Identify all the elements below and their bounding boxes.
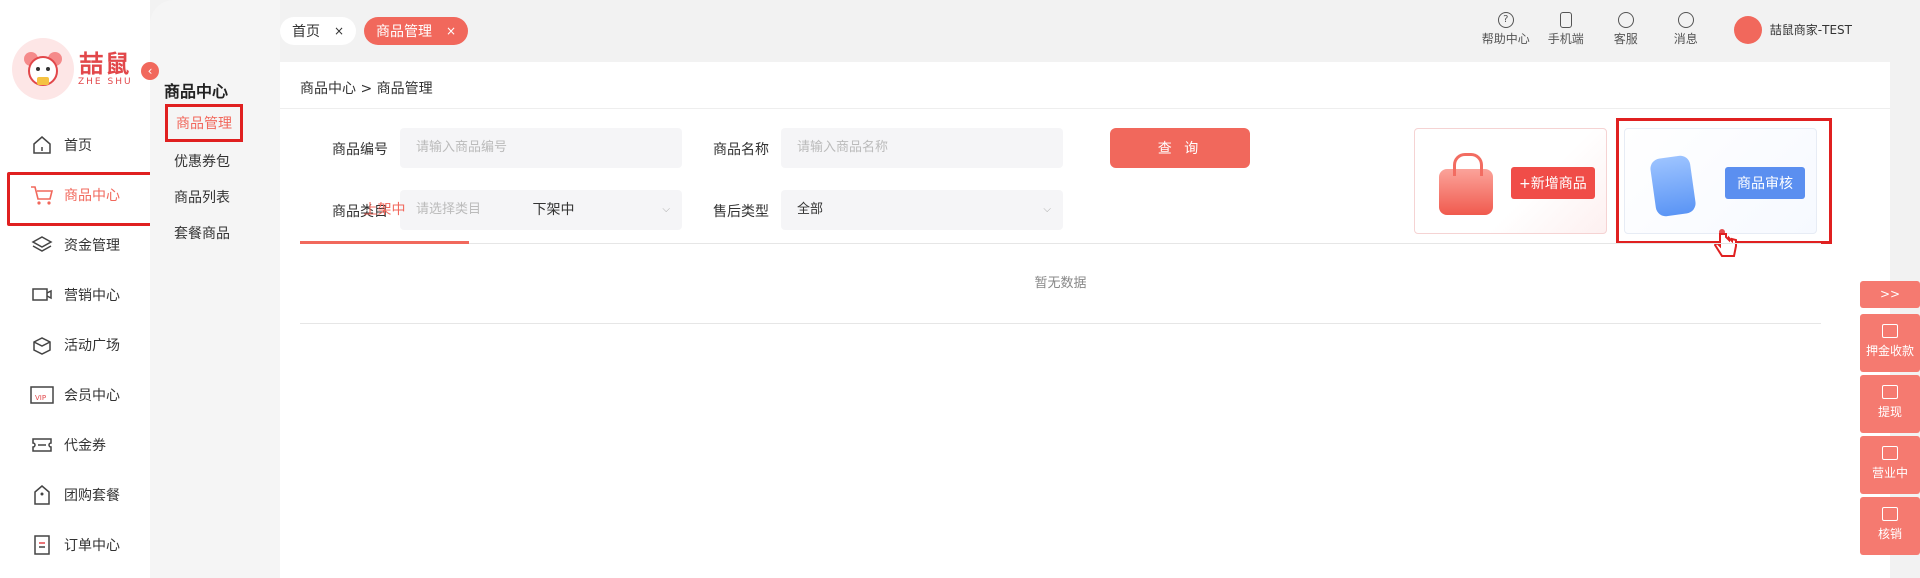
divider [280,108,1890,109]
main-nav: 首页 商品中心 资金管理 营销中心 活动广场 VIP 会员中心 代金券 团购套餐 [0,120,156,570]
verify-button[interactable]: 核销 [1860,497,1920,555]
wallet-icon [1882,385,1898,399]
nav-label-member: 会员中心 [64,388,120,404]
tab-home-label: 首页 [292,24,320,40]
bag-icon [30,483,54,507]
nav-item-funds[interactable]: 资金管理 [0,220,150,270]
nav-label-marketing: 营销中心 [64,288,120,304]
deposit-collection-button[interactable]: 押金收款 [1860,314,1920,372]
submenu-item-package-products[interactable]: 套餐商品 [174,223,230,243]
empty-state: 暂无数据 [300,244,1821,324]
messages-button[interactable]: 消息 [1656,12,1716,47]
open-business-button[interactable]: 营业中 [1860,436,1920,494]
withdraw-button[interactable]: 提现 [1860,375,1920,433]
ticket-icon [30,433,54,457]
nav-label-activity: 活动广场 [64,338,120,354]
box-icon [30,333,54,357]
nav-item-voucher[interactable]: 代金券 [0,420,150,470]
mobile-button[interactable]: 手机端 [1536,12,1596,47]
right-float-toolbar: >> 押金收款 提现 营业中 核销 [1860,281,1920,558]
nav-item-member[interactable]: VIP 会员中心 [0,370,150,420]
submenu-item-product-management[interactable]: 商品管理 [165,104,243,142]
submenu-item-product-list[interactable]: 商品列表 [174,187,230,207]
verify-label: 核销 [1877,527,1902,541]
messages-label: 消息 [1673,32,1698,46]
main-sidebar: 喆鼠 ZHE SHU 首页 商品中心 资金管理 营销中心 活动广场 VIP 会员… [0,0,156,578]
close-icon[interactable]: × [446,24,456,38]
verify-icon [1882,507,1898,521]
nav-item-activity[interactable]: 活动广场 [0,320,150,370]
help-center-label: 帮助中心 [1481,32,1530,46]
top-tools: ? 帮助中心 手机端 客服 消息 喆鼠商家-TEST [1476,12,1920,47]
help-icon: ? [1497,12,1514,28]
nav-label-home: 首页 [64,138,92,154]
phone-icon [1559,12,1572,28]
product-name-input[interactable]: 请输入商品名称 [781,128,1063,168]
nav-label-orders: 订单中心 [64,538,120,554]
user-name: 喆鼠商家-TEST [1769,23,1852,37]
tab-current-label: 商品管理 [376,24,432,40]
top-bar: 首页 × 商品管理 × ? 帮助中心 手机端 客服 消息 喆鼠商家-TEST [280,0,1920,62]
close-icon[interactable]: × [334,24,344,38]
tab-home[interactable]: 首页 × [280,17,357,45]
nav-item-product-center[interactable]: 商品中心 [0,170,156,226]
customer-service-button[interactable]: 客服 [1596,12,1656,47]
tab-off-shelf[interactable]: 下架中 [469,190,638,244]
mouse-mascot-icon [12,38,74,100]
breadcrumb: 商品中心 > 商品管理 [300,81,433,97]
chat-icon [1677,12,1694,28]
open-business-label: 营业中 [1871,466,1908,480]
monitor-icon [30,283,54,307]
product-code-label: 商品编号 [332,142,388,158]
expand-toolbar-button[interactable]: >> [1860,281,1920,308]
logo-en: ZHE SHU [78,77,133,87]
main-content: 商品中心 > 商品管理 商品编号 请输入商品编号 商品名称 请输入商品名称 商品… [280,62,1890,578]
mobile-label: 手机端 [1547,32,1584,46]
customer-service-label: 客服 [1613,32,1638,46]
status-tabs: 上架中 下架中 [300,190,1821,244]
nav-label-voucher: 代金券 [64,438,106,454]
collapse-sidebar-button[interactable]: ‹ [141,62,159,80]
nav-item-home[interactable]: 首页 [0,120,150,170]
withdraw-label: 提现 [1877,405,1902,419]
nav-label-funds: 资金管理 [64,238,120,254]
tab-product-management[interactable]: 商品管理 × [364,17,469,45]
deposit-collection-label: 押金收款 [1865,344,1914,358]
vip-icon: VIP [30,383,54,407]
card-icon [1882,324,1898,338]
user-menu[interactable]: 喆鼠商家-TEST [1733,15,1852,44]
cart-icon [30,183,54,207]
nav-item-orders[interactable]: 订单中心 [0,520,150,570]
avatar [1733,15,1762,44]
product-name-label: 商品名称 [713,142,769,158]
submenu-item-coupon-pack[interactable]: 优惠券包 [174,151,230,171]
tab-on-shelf[interactable]: 上架中 [300,190,469,244]
home-icon [30,133,54,157]
query-button[interactable]: 查 询 [1110,128,1250,168]
store-icon [1882,446,1898,460]
brand-logo: 喆鼠 ZHE SHU [12,38,133,100]
headset-icon [1617,12,1634,28]
nav-item-group-buy[interactable]: 团购套餐 [0,470,150,520]
nav-label-product-center: 商品中心 [64,188,120,204]
list-icon [30,533,54,557]
logo-cn: 喆鼠 [79,50,132,78]
submenu-title: 商品中心 [164,82,229,101]
help-center-button[interactable]: ? 帮助中心 [1476,12,1536,47]
nav-item-marketing[interactable]: 营销中心 [0,270,150,320]
layers-icon [30,233,54,257]
svg-text:VIP: VIP [35,394,46,402]
nav-label-group-buy: 团购套餐 [64,488,120,504]
product-code-input[interactable]: 请输入商品编号 [400,128,682,168]
